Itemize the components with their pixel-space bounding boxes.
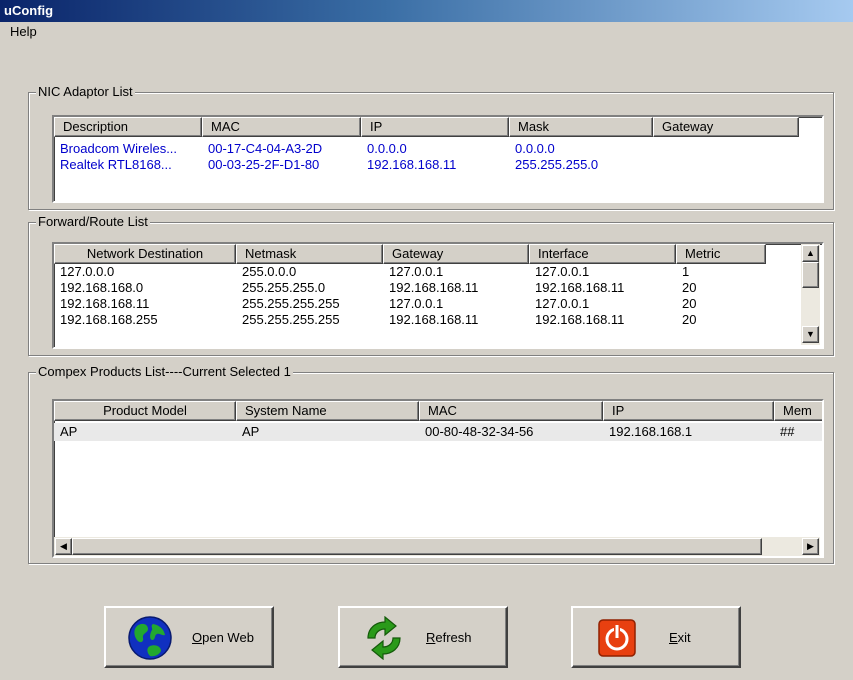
- products-scroll-thumb[interactable]: [72, 538, 762, 555]
- nic-cell-gateway: [653, 141, 799, 157]
- globe-icon: [128, 616, 172, 660]
- route-col-interface[interactable]: Interface: [529, 244, 676, 264]
- route-scroll-thumb[interactable]: [802, 262, 819, 288]
- nic-adaptor-list[interactable]: Description MAC IP Mask Gateway Broadcom…: [52, 115, 824, 203]
- products-col-model[interactable]: Product Model: [54, 401, 236, 421]
- nic-cell-gateway: [653, 157, 799, 173]
- product-cell-mem: ##: [780, 424, 795, 439]
- exit-label: Exit: [669, 630, 691, 645]
- products-col-mem[interactable]: Mem: [774, 401, 822, 421]
- route-row[interactable]: 127.0.0.0 255.0.0.0 127.0.0.1 127.0.0.1 …: [54, 264, 766, 280]
- products-col-system-name[interactable]: System Name: [236, 401, 419, 421]
- route-cell-destination: 192.168.168.11: [60, 296, 150, 311]
- route-col-gateway[interactable]: Gateway: [383, 244, 529, 264]
- route-col-netmask[interactable]: Netmask: [236, 244, 383, 264]
- nic-adaptor-legend: NIC Adaptor List: [36, 84, 135, 100]
- route-row[interactable]: 192.168.168.11 255.255.255.255 127.0.0.1…: [54, 296, 766, 312]
- route-cell-gateway: 127.0.0.1: [389, 264, 444, 279]
- product-cell-mac: 00-80-48-32-34-56: [425, 424, 534, 439]
- window-title: uConfig: [4, 3, 54, 18]
- route-cell-netmask: 255.255.255.0: [242, 280, 326, 295]
- product-cell-system-name: AP: [242, 424, 260, 439]
- menu-help[interactable]: Help: [10, 24, 37, 39]
- product-cell-ip: 192.168.168.1: [609, 424, 693, 439]
- route-row[interactable]: 192.168.168.255 255.255.255.255 192.168.…: [54, 312, 766, 328]
- route-row[interactable]: 192.168.168.0 255.255.255.0 192.168.168.…: [54, 280, 766, 296]
- nic-adaptor-group: NIC Adaptor List Description MAC IP Mask…: [28, 84, 834, 210]
- route-vscrollbar[interactable]: ▲ ▼: [801, 244, 820, 345]
- route-group: Forward/Route List Network Destination N…: [28, 214, 834, 356]
- route-col-metric[interactable]: Metric: [676, 244, 766, 264]
- nic-col-mac[interactable]: MAC: [202, 117, 361, 137]
- route-cell-metric: 20: [682, 312, 697, 327]
- scroll-down-arrow-icon[interactable]: ▼: [802, 326, 819, 343]
- nic-cell-description: Realtek RTL8168...: [60, 157, 172, 172]
- route-cell-destination: 127.0.0.0: [60, 264, 115, 279]
- products-legend: Compex Products List----Current Selected…: [36, 364, 293, 380]
- nic-col-mask[interactable]: Mask: [509, 117, 653, 137]
- nic-col-description[interactable]: Description: [54, 117, 202, 137]
- nic-cell-mask: 255.255.255.0: [515, 157, 599, 172]
- power-icon: [598, 619, 636, 657]
- scroll-left-arrow-icon[interactable]: ◀: [55, 538, 72, 555]
- route-cell-netmask: 255.255.255.255: [242, 296, 340, 311]
- menu-bar: Help: [0, 22, 853, 42]
- products-header: Product Model System Name MAC IP Mem: [54, 401, 822, 421]
- nic-cell-ip: 0.0.0.0: [367, 141, 407, 156]
- route-cell-destination: 192.168.168.255: [60, 312, 158, 327]
- nic-col-gateway[interactable]: Gateway: [653, 117, 799, 137]
- route-cell-metric: 20: [682, 296, 697, 311]
- route-cell-netmask: 255.0.0.0: [242, 264, 297, 279]
- products-list[interactable]: Product Model System Name MAC IP Mem AP …: [52, 399, 824, 558]
- title-bar: uConfig: [0, 0, 853, 22]
- nic-row[interactable]: Realtek RTL8168... 00-03-25-2F-D1-80 192…: [54, 157, 799, 173]
- products-col-mac[interactable]: MAC: [419, 401, 603, 421]
- scroll-right-arrow-icon[interactable]: ▶: [802, 538, 819, 555]
- refresh-arrows-icon: [367, 616, 401, 660]
- refresh-label: Refresh: [426, 630, 472, 645]
- route-cell-gateway: 192.168.168.11: [389, 312, 479, 327]
- route-cell-gateway: 192.168.168.11: [389, 280, 479, 295]
- products-col-ip[interactable]: IP: [603, 401, 774, 421]
- route-cell-destination: 192.168.168.0: [60, 280, 144, 295]
- refresh-button[interactable]: Refresh: [338, 606, 508, 668]
- route-cell-interface: 127.0.0.1: [535, 264, 590, 279]
- route-legend: Forward/Route List: [36, 214, 150, 230]
- route-cell-netmask: 255.255.255.255: [242, 312, 340, 327]
- products-hscrollbar[interactable]: ◀ ▶: [54, 537, 820, 556]
- route-cell-interface: 127.0.0.1: [535, 296, 590, 311]
- product-cell-model: AP: [60, 424, 78, 439]
- nic-cell-description: Broadcom Wireles...: [60, 141, 178, 156]
- route-cell-interface: 192.168.168.11: [535, 280, 625, 295]
- products-group: Compex Products List----Current Selected…: [28, 364, 834, 564]
- nic-cell-mac: 00-03-25-2F-D1-80: [208, 157, 320, 172]
- exit-button[interactable]: Exit: [571, 606, 741, 668]
- nic-cell-ip: 192.168.168.11: [367, 157, 457, 172]
- route-cell-metric: 1: [682, 264, 690, 279]
- open-web-label: Open Web: [192, 630, 254, 645]
- nic-col-ip[interactable]: IP: [361, 117, 509, 137]
- product-row[interactable]: AP AP 00-80-48-32-34-56 192.168.168.1 ##: [54, 423, 822, 441]
- route-header: Network Destination Netmask Gateway Inte…: [54, 244, 766, 264]
- nic-row[interactable]: Broadcom Wireles... 00-17-C4-04-A3-2D 0.…: [54, 141, 799, 157]
- route-cell-gateway: 127.0.0.1: [389, 296, 444, 311]
- scroll-up-arrow-icon[interactable]: ▲: [802, 245, 819, 262]
- nic-cell-mask: 0.0.0.0: [515, 141, 555, 156]
- route-cell-interface: 192.168.168.11: [535, 312, 625, 327]
- open-web-button[interactable]: Open Web: [104, 606, 274, 668]
- nic-header: Description MAC IP Mask Gateway: [54, 117, 799, 137]
- route-list[interactable]: Network Destination Netmask Gateway Inte…: [52, 242, 824, 349]
- route-cell-metric: 20: [682, 280, 697, 295]
- route-col-destination[interactable]: Network Destination: [54, 244, 236, 264]
- nic-cell-mac: 00-17-C4-04-A3-2D: [208, 141, 323, 156]
